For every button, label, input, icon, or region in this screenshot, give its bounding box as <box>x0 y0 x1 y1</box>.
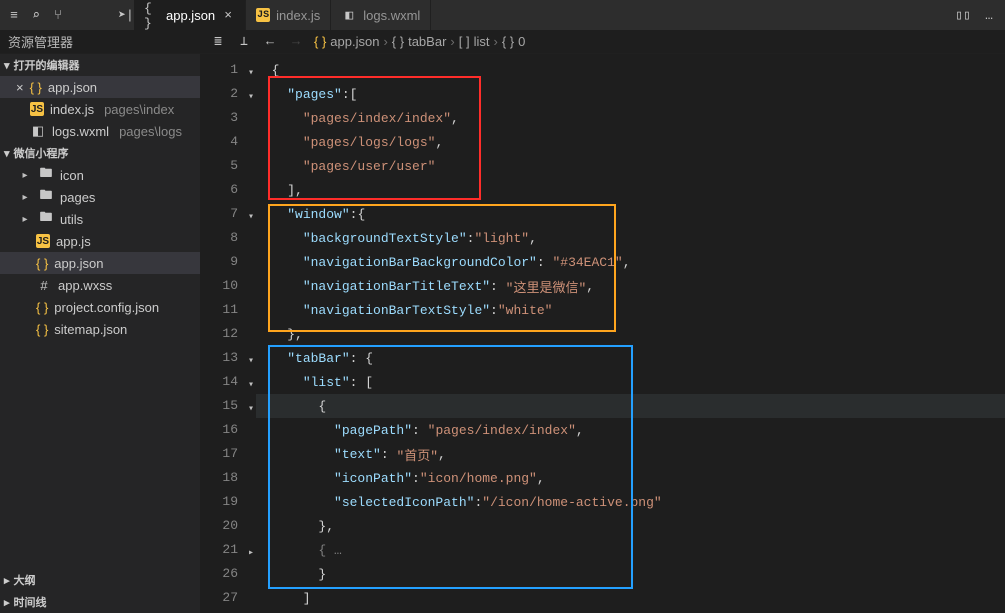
json-icon: { } <box>36 256 48 271</box>
search-icon[interactable]: ⌕ <box>28 7 44 23</box>
js-icon: JS <box>256 8 270 22</box>
chevron-right-icon: ▸ <box>18 214 32 225</box>
fold-icon[interactable]: ▾ <box>248 374 254 398</box>
braces-icon: { } <box>392 34 404 49</box>
tree-project-config[interactable]: { } project.config.json <box>0 296 200 318</box>
tree-label: app.wxss <box>58 278 112 293</box>
explorer-title: 资源管理器 <box>0 32 200 51</box>
close-icon[interactable]: × <box>221 9 235 23</box>
file-label: logs.wxml <box>52 124 109 139</box>
project-header[interactable]: ▾ 微信小程序 <box>0 142 200 164</box>
list-icon[interactable]: ≣ <box>210 34 226 50</box>
section-label: 打开的编辑器 <box>14 57 80 73</box>
branch-icon[interactable]: ⑂ <box>50 7 66 23</box>
json-icon: { } <box>144 8 160 24</box>
breadcrumb[interactable]: { }app.json › { }tabBar › [ ]list › { }0 <box>314 34 525 49</box>
tab-label: index.js <box>276 8 320 23</box>
tree-app-js[interactable]: JS app.js <box>0 230 200 252</box>
fold-icon[interactable]: ▾ <box>248 206 254 230</box>
tree-pages-folder[interactable]: ▸ 🖿 pages <box>0 186 200 208</box>
wxml-icon: ◧ <box>30 123 46 139</box>
breadcrumb-item[interactable]: tabBar <box>408 34 446 49</box>
chevron-down-icon: ▾ <box>4 59 10 72</box>
tree-label: icon <box>60 168 84 183</box>
more-icon[interactable]: … <box>981 7 997 23</box>
breadcrumb-item[interactable]: app.json <box>330 34 379 49</box>
tab-label: app.json <box>166 8 215 23</box>
fold-icon[interactable]: ▾ <box>248 62 254 86</box>
tab-index-js[interactable]: JS index.js <box>246 0 331 30</box>
forward-icon: → <box>288 34 304 50</box>
json-icon: { } <box>36 300 48 315</box>
line-gutter: 1▾ 2▾ 3 4 5 6 7▾ 8 9 10 11 12 13▾ 14▾ 15… <box>200 54 256 613</box>
timeline-header[interactable]: ▸ 时间线 <box>0 591 200 613</box>
back-icon[interactable]: ← <box>262 34 278 50</box>
json-icon: { } <box>30 80 42 95</box>
fold-icon[interactable]: ▸ <box>248 542 254 566</box>
close-icon[interactable]: × <box>16 80 24 95</box>
section-label: 大纲 <box>14 572 36 588</box>
tree-app-wxss[interactable]: # app.wxss <box>0 274 200 296</box>
chevron-right-icon: ▸ <box>4 574 10 587</box>
tab-bar: { } app.json × JS index.js ◧ logs.wxml <box>134 0 955 30</box>
chevron-right-icon: ▸ <box>4 596 10 609</box>
tree-label: pages <box>60 190 95 205</box>
fold-icon[interactable]: ▾ <box>248 86 254 110</box>
file-path: pages\index <box>104 102 174 117</box>
json-icon: { } <box>36 322 48 337</box>
open-editor-app-json[interactable]: × { } app.json <box>0 76 200 98</box>
tree-label: utils <box>60 212 83 227</box>
tab-logs-wxml[interactable]: ◧ logs.wxml <box>331 0 431 30</box>
folder-icon: 🖿 <box>38 211 54 227</box>
tree-label: app.json <box>54 256 103 271</box>
open-editor-index-js[interactable]: JS index.js pages\index <box>0 98 200 120</box>
outline-header[interactable]: ▸ 大纲 <box>0 569 200 591</box>
js-icon: JS <box>30 102 44 116</box>
tree-label: app.js <box>56 234 91 249</box>
file-label: index.js <box>50 102 94 117</box>
tree-icon-folder[interactable]: ▸ 🖿 icon <box>0 164 200 186</box>
chevron-down-icon: ▾ <box>4 147 10 160</box>
explorer: ▾ 打开的编辑器 × { } app.json JS index.js page… <box>0 54 200 613</box>
section-label: 时间线 <box>14 594 47 610</box>
wxml-icon: ◧ <box>341 7 357 23</box>
file-label: app.json <box>48 80 97 95</box>
fold-icon[interactable]: ▾ <box>248 398 254 422</box>
json-icon: { } <box>314 34 326 49</box>
tree-label: project.config.json <box>54 300 159 315</box>
file-path: pages\logs <box>119 124 182 139</box>
chevron-right-icon: ▸ <box>18 192 32 203</box>
tab-label: logs.wxml <box>363 8 420 23</box>
bookmark-icon[interactable]: ⟂ <box>236 34 252 50</box>
tree-label: sitemap.json <box>54 322 127 337</box>
menu-icon[interactable]: ≡ <box>6 7 22 23</box>
folder-icon: 🖿 <box>38 167 54 183</box>
fold-icon[interactable]: ▾ <box>248 350 254 374</box>
code-content[interactable]: { "pages":[ "pages/index/index", "pages/… <box>256 54 1005 613</box>
open-editors-header[interactable]: ▾ 打开的编辑器 <box>0 54 200 76</box>
folder-icon: 🖿 <box>38 189 54 205</box>
open-editor-logs-wxml[interactable]: ◧ logs.wxml pages\logs <box>0 120 200 142</box>
tree-utils-folder[interactable]: ▸ 🖿 utils <box>0 208 200 230</box>
wxss-icon: # <box>36 277 52 293</box>
tab-app-json[interactable]: { } app.json × <box>134 0 246 30</box>
brackets-icon: [ ] <box>459 34 470 49</box>
compass-icon[interactable]: ➤| <box>118 7 134 23</box>
tree-app-json[interactable]: { } app.json <box>0 252 200 274</box>
code-editor[interactable]: 1▾ 2▾ 3 4 5 6 7▾ 8 9 10 11 12 13▾ 14▾ 15… <box>200 54 1005 613</box>
breadcrumb-item[interactable]: 0 <box>518 34 525 49</box>
split-editor-icon[interactable]: ▯▯ <box>955 7 971 23</box>
tree-sitemap-json[interactable]: { } sitemap.json <box>0 318 200 340</box>
js-icon: JS <box>36 234 50 248</box>
section-label: 微信小程序 <box>14 145 69 161</box>
braces-icon: { } <box>502 34 514 49</box>
breadcrumb-item[interactable]: list <box>474 34 490 49</box>
chevron-right-icon: ▸ <box>18 170 32 181</box>
